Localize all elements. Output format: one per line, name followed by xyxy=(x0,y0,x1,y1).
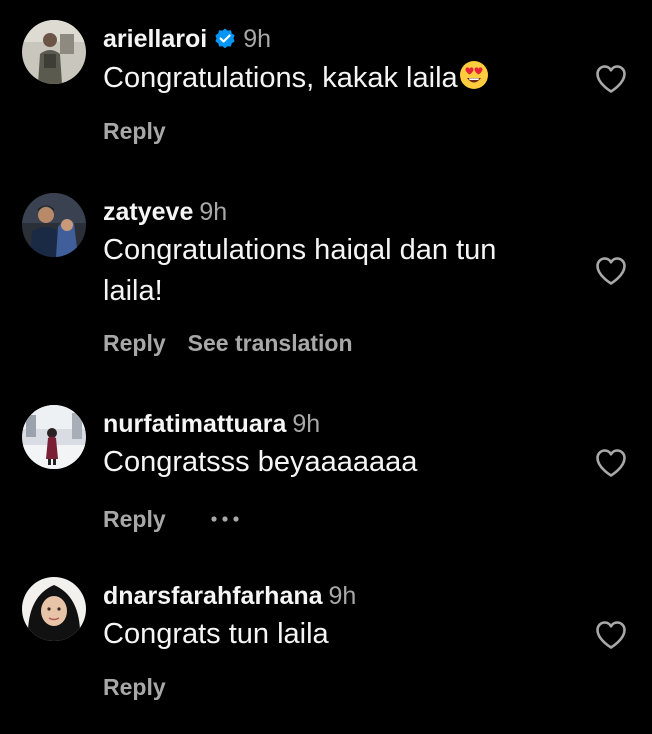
comment-text: Congratulations, kakak laila xyxy=(103,58,563,102)
username[interactable]: nurfatimattuara xyxy=(103,410,286,438)
verified-badge-icon xyxy=(213,27,237,58)
avatar[interactable] xyxy=(22,577,86,641)
heart-eyes-emoji-icon xyxy=(459,60,489,102)
username[interactable]: zatyeve xyxy=(103,198,193,226)
reply-button[interactable]: Reply xyxy=(103,330,166,356)
heart-outline-icon[interactable] xyxy=(595,620,627,650)
reply-button[interactable]: Reply xyxy=(103,674,166,700)
comment-actions: Reply See translation xyxy=(103,329,353,357)
timestamp: 9h xyxy=(243,25,272,53)
see-translation-button[interactable]: See translation xyxy=(188,330,353,356)
avatar[interactable] xyxy=(22,405,86,469)
comment-text: Congratsss beyaaaaaaa xyxy=(103,446,418,478)
comment-actions: Reply xyxy=(103,501,240,533)
heart-outline-icon[interactable] xyxy=(595,64,627,94)
comment-header: zatyeve 9h xyxy=(103,197,227,227)
comment-header: dnarsfarahfarhana 9h xyxy=(103,581,356,611)
heart-outline-icon[interactable] xyxy=(595,448,627,478)
comment-header: ariellaroi 9h xyxy=(103,24,271,58)
timestamp: 9h xyxy=(292,410,321,438)
username[interactable]: ariellaroi xyxy=(103,25,207,53)
username[interactable]: dnarsfarahfarhana xyxy=(103,582,323,610)
comment-actions: Reply xyxy=(103,117,166,145)
heart-outline-icon[interactable] xyxy=(595,256,627,286)
reply-button[interactable]: Reply xyxy=(103,118,166,144)
comment-text-content: Congratulations, kakak laila xyxy=(103,62,458,94)
comment-text: Congratulations haiqal dan tun laila! xyxy=(103,234,497,307)
avatar[interactable] xyxy=(22,20,86,84)
reply-button[interactable]: Reply xyxy=(103,506,166,532)
timestamp: 9h xyxy=(328,582,357,610)
more-options-icon[interactable] xyxy=(210,501,240,529)
comment-header: nurfatimattuara 9h xyxy=(103,409,320,439)
comment-actions: Reply xyxy=(103,673,166,701)
comment-text: Congrats tun laila xyxy=(103,618,329,650)
timestamp: 9h xyxy=(199,198,228,226)
avatar[interactable] xyxy=(22,193,86,257)
